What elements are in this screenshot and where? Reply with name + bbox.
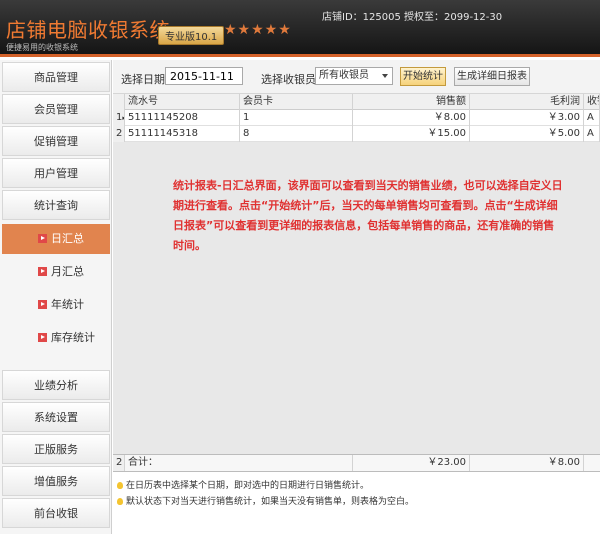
lightbulb-icon <box>117 482 123 489</box>
sidebar-item-settings[interactable]: 系统设置 <box>2 402 110 432</box>
totals-row: 2 合计： ￥23.00 ￥8.00 <box>113 454 600 472</box>
sidebar-subitem-yearly-stats[interactable]: 年统计 <box>2 290 110 320</box>
sidebar-item-statistics[interactable]: 统计查询 <box>2 190 110 220</box>
row-index: 1▸ <box>113 110 125 126</box>
sidebar-subitem-label: 月汇总 <box>51 265 84 278</box>
sidebar-item-license[interactable]: 正版服务 <box>2 434 110 464</box>
totals-index: 2 <box>113 455 125 471</box>
sidebar-subitem-label: 库存统计 <box>51 331 95 344</box>
arrow-bullet-icon <box>38 267 47 276</box>
row-index: 2 <box>113 126 125 142</box>
sidebar-item-label: 业绩分析 <box>34 379 78 392</box>
cell-profit: ￥3.00 <box>470 110 584 126</box>
generate-detail-report-button[interactable]: 生成详细日报表 <box>454 67 530 86</box>
cell-cashier: A <box>584 126 600 142</box>
version-badge: 专业版10.1 <box>158 26 225 45</box>
sidebar-item-label: 增值服务 <box>34 475 78 488</box>
arrow-bullet-icon <box>38 300 47 309</box>
sidebar-item-label: 正版服务 <box>34 443 78 456</box>
table-header-row: 流水号 会员卡 销售额 毛利润 收银 <box>113 94 600 110</box>
cell-member-card: 8 <box>240 126 353 142</box>
annotation-text: 统计报表-日汇总界面，该界面可以查看到当天的销售业绩，也可以选择自定义日期进行查… <box>173 179 563 252</box>
sidebar-item-label: 统计查询 <box>34 199 78 212</box>
sidebar-item-users[interactable]: 用户管理 <box>2 158 110 188</box>
column-header-serial[interactable]: 流水号 <box>125 94 240 110</box>
table-row[interactable]: 2 51111145318 8 ￥15.00 ￥5.00 A <box>113 126 600 142</box>
cell-serial: 51111145318 <box>125 126 240 142</box>
column-header-sales[interactable]: 销售额 <box>353 94 470 110</box>
store-info: 店铺ID：125005 授权至：2099-12-30 <box>322 12 503 23</box>
sidebar-subitem-label: 年统计 <box>51 298 84 311</box>
sidebar-item-front-cashier[interactable]: 前台收银 <box>2 498 110 528</box>
sidebar-item-promotions[interactable]: 促销管理 <box>2 126 110 156</box>
toolbar: 选择日期： 选择收银员： 所有收银员 开始统计 生成详细日报表 <box>113 60 600 94</box>
tip-item: 默认状态下对当天进行销售统计，如果当天没有销售单，则表格为空白。 <box>117 494 414 507</box>
column-header-member-card[interactable]: 会员卡 <box>240 94 353 110</box>
cell-serial: 51111145208 <box>125 110 240 126</box>
app-header: 店铺电脑收银系统 便捷易用的收银系统 专业版10.1 ★★★★★ 店铺ID：12… <box>0 0 600 57</box>
date-input[interactable] <box>165 67 243 85</box>
sidebar-item-value-added[interactable]: 增值服务 <box>2 466 110 496</box>
tip-item: 在日历表中选择某个日期，即对选中的日期进行日销售统计。 <box>117 478 369 491</box>
row-selector-header <box>113 94 125 110</box>
cashier-select-value: 所有收银员 <box>319 70 369 81</box>
sidebar-subitem-inventory-stats[interactable]: 库存统计 <box>2 323 110 353</box>
column-header-profit[interactable]: 毛利润 <box>470 94 584 110</box>
sidebar-item-label: 系统设置 <box>34 411 78 424</box>
column-header-cashier[interactable]: 收银 <box>584 94 600 110</box>
sidebar-subitem-label: 日汇总 <box>51 232 84 245</box>
arrow-bullet-icon <box>38 333 47 342</box>
sidebar-item-label: 促销管理 <box>34 135 78 148</box>
rating-stars-icon: ★★★★★ <box>224 22 292 38</box>
cashier-select[interactable]: 所有收银员 <box>315 67 393 85</box>
sidebar-subitem-daily-summary[interactable]: 日汇总 <box>2 224 110 254</box>
cell-cashier: A <box>584 110 600 126</box>
arrow-bullet-icon <box>38 234 47 243</box>
table-row[interactable]: 1▸ 51111145208 1 ￥8.00 ￥3.00 A <box>113 110 600 126</box>
sidebar-subitem-monthly-summary[interactable]: 月汇总 <box>2 257 110 287</box>
sidebar: 商品管理 会员管理 促销管理 用户管理 统计查询 日汇总 月汇总 年统计 库存统… <box>0 60 112 534</box>
sidebar-item-label: 前台收银 <box>34 507 78 520</box>
sidebar-item-products[interactable]: 商品管理 <box>2 62 110 92</box>
app-title: 店铺电脑收银系统 <box>6 18 170 42</box>
cell-member-card: 1 <box>240 110 353 126</box>
tip-text: 默认状态下对当天进行销售统计，如果当天没有销售单，则表格为空白。 <box>126 497 415 507</box>
lightbulb-icon <box>117 498 123 505</box>
sidebar-item-performance[interactable]: 业绩分析 <box>2 370 110 400</box>
totals-label: 合计： <box>125 455 353 471</box>
sidebar-item-label: 会员管理 <box>34 103 78 116</box>
cell-profit: ￥5.00 <box>470 126 584 142</box>
cell-sales: ￥8.00 <box>353 110 470 126</box>
tip-text: 在日历表中选择某个日期，即对选中的日期进行日销售统计。 <box>126 481 370 491</box>
sales-table: 流水号 会员卡 销售额 毛利润 收银 1▸ 51111145208 1 ￥8.0… <box>113 94 600 472</box>
cell-sales: ￥15.00 <box>353 126 470 142</box>
totals-profit: ￥8.00 <box>470 455 584 471</box>
app-subtitle: 便捷易用的收银系统 <box>6 43 78 52</box>
sidebar-item-members[interactable]: 会员管理 <box>2 94 110 124</box>
chevron-down-icon <box>382 74 388 78</box>
sidebar-item-label: 用户管理 <box>34 167 78 180</box>
totals-sales: ￥23.00 <box>353 455 470 471</box>
tips-panel: 在日历表中选择某个日期，即对选中的日期进行日销售统计。 默认状态下对当天进行销售… <box>113 474 600 534</box>
start-stats-button[interactable]: 开始统计 <box>400 67 446 86</box>
sidebar-item-label: 商品管理 <box>34 71 78 84</box>
